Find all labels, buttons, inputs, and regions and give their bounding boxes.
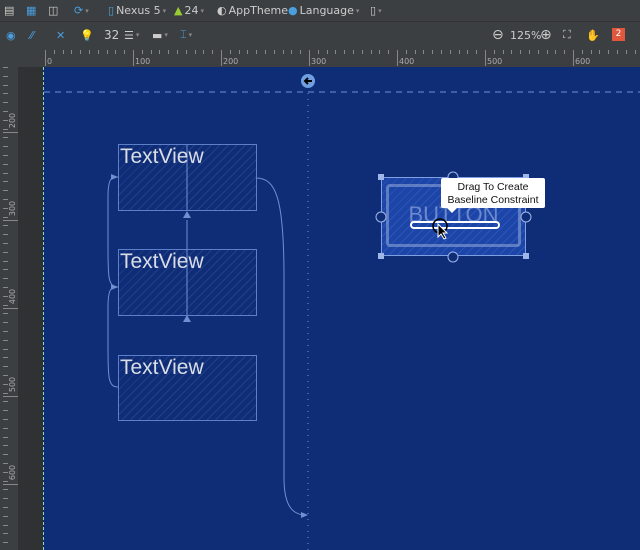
ruler-label: 500 [487,57,503,66]
constraint-right-1 [255,177,307,516]
constraint-left-2 [107,176,119,288]
design-view-icon[interactable]: ▤ [4,4,14,17]
zoom-out-icon[interactable]: ⊖ [492,27,504,43]
align-icon[interactable]: ▬ ▾ [152,29,168,42]
constraint-left-3 [107,286,119,388]
default-margin[interactable]: 32 [104,28,119,42]
ruler-label: 200 [8,112,18,129]
tooltip-line-1: Drag To Create [457,181,529,193]
ruler-label: 400 [8,288,18,305]
infer-constraints-icon[interactable]: 💡 [80,29,94,42]
clear-constraints-icon[interactable]: ✕ [56,29,65,42]
pack-icon[interactable]: ☰ ▾ [124,29,139,42]
textview-2[interactable]: TextView [118,249,257,316]
zoom-level: 125% [510,28,542,42]
phone-icon: ▯ [108,4,115,17]
top-toolbar: ▤ ▦ ◫ ⟳ ▾ ▯ Nexus 5 ▾ ▲ 24 ▾ ◐ AppTheme ● Langu… [0,0,640,22]
ruler-label: 0 [47,57,53,66]
ruler-label: 400 [399,57,415,66]
orientation-icon[interactable]: ⟳ ▾ [74,4,89,17]
blueprint-view-icon[interactable]: ▦ [26,4,36,17]
zoom-to-fit-icon[interactable]: ⛶ [563,28,571,42]
baseline-handle[interactable] [410,221,500,229]
ruler-label: 300 [311,57,327,66]
device-icon: ▯ [370,4,377,17]
baseline-tooltip: Drag To Create Baseline Constraint [441,178,545,213]
ruler-label: 300 [8,200,18,217]
language-dropdown[interactable]: ● Language ▾ [288,4,359,17]
ruler-label: 600 [575,57,591,66]
device-frame-dropdown[interactable]: ▯ ▾ [370,4,382,17]
ruler-label: 200 [223,57,239,66]
guideline-icon[interactable]: ⌶ ▾ [180,28,192,42]
textview-3[interactable]: TextView [118,355,257,421]
android-icon: ▲ [174,4,183,17]
vertical-ruler: 200 300 400 500 600 [0,67,43,550]
pan-hand-icon[interactable]: ✋ [586,29,600,42]
blueprint-canvas[interactable]: TextView TextView TextView BUTTON [43,67,640,550]
theme-icon: ◐ [217,4,227,17]
textview-1[interactable]: TextView [118,144,257,211]
ruler-label: 600 [8,464,18,481]
device-dropdown[interactable]: ▯ Nexus 5 ▾ [108,4,166,17]
zoom-in-icon[interactable]: ⊕ [540,27,552,43]
tooltip-line-2: Baseline Constraint [447,193,539,206]
layout-toolbar: ◉ ⁄⁄ ✕ 💡 32 ☰ ▾ ▬ ▾ ⌶ ▾ ⊖ 125% ⊕ ⛶ ✋ [0,23,640,47]
api-dropdown[interactable]: ▲ 24 ▾ [174,4,204,17]
ruler-label: 100 [135,57,151,66]
split-view-icon[interactable]: ◫ [48,4,58,17]
theme-dropdown[interactable]: ◐ AppTheme [217,4,288,17]
show-constraints-icon[interactable]: ◉ [6,29,16,42]
error-badge[interactable]: 2 [612,28,625,41]
autoconnect-icon[interactable]: ⁄⁄ [30,29,34,42]
horizontal-ruler: 0 100 200 300 400 500 600 [0,48,640,67]
globe-icon: ● [288,4,298,17]
ruler-label: 500 [8,376,18,393]
